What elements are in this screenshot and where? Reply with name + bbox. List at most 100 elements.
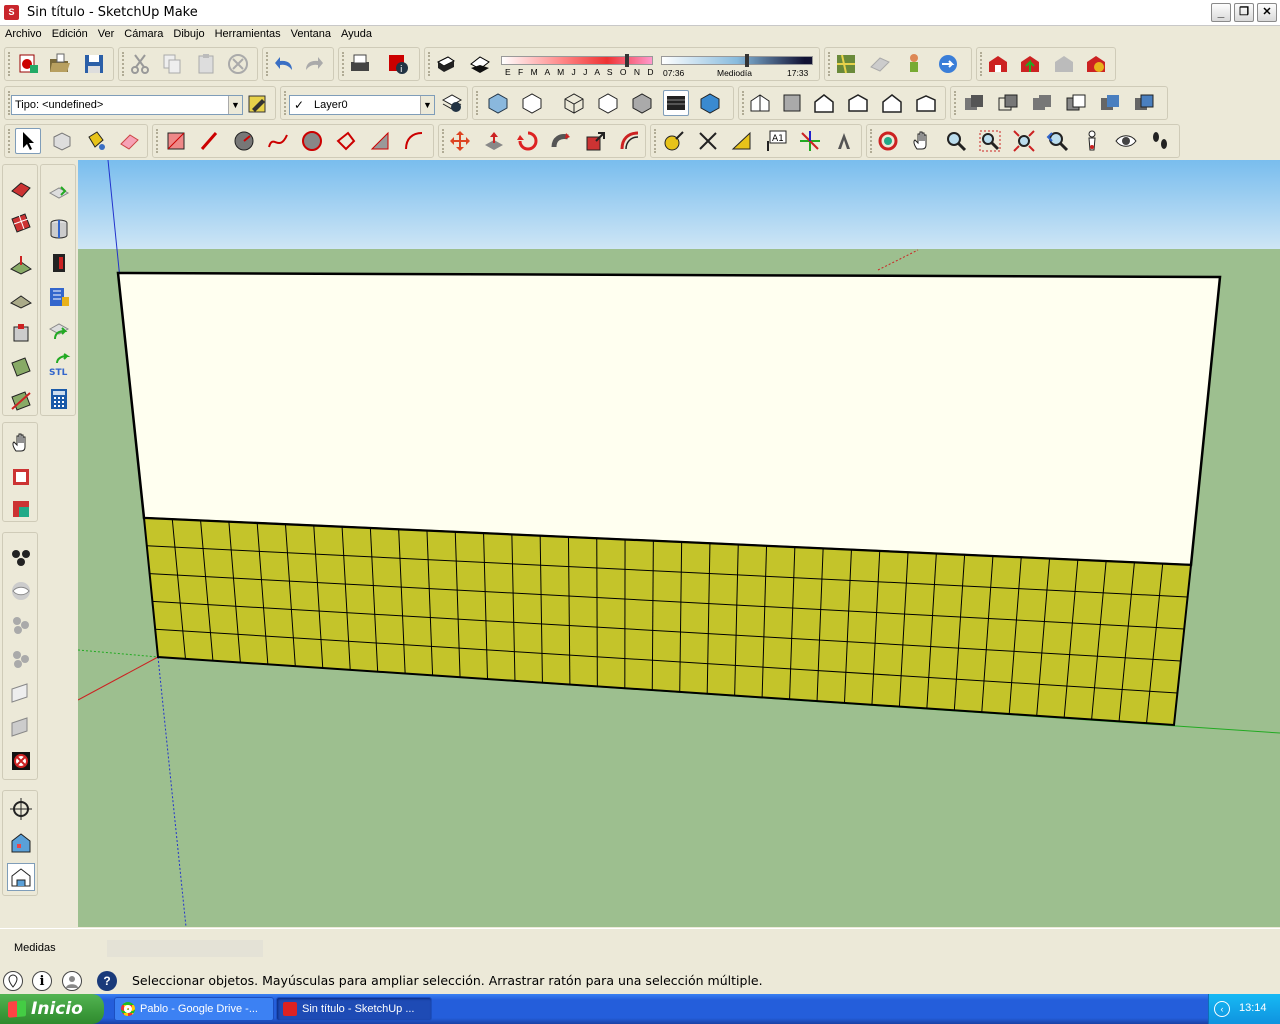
wall-face[interactable] [116,271,1222,567]
position-camera-icon[interactable] [1079,128,1105,154]
union-icon[interactable] [1029,90,1055,116]
component-attributes-icon[interactable] [7,495,35,523]
split-icon[interactable] [1131,90,1157,116]
undo-icon[interactable] [271,51,297,77]
shaded-icon[interactable] [629,90,655,116]
time-slider[interactable]: 07:36 Mediodía 17:33 [661,54,813,78]
move-icon[interactable] [447,128,473,154]
shadow-settings-icon[interactable] [433,51,459,77]
menu-herramientas[interactable]: Herramientas [210,26,286,40]
extension-warehouse-icon[interactable] [1083,51,1109,77]
previous-view-icon[interactable] [1045,128,1071,154]
door-icon[interactable] [45,249,73,277]
warehouse-icon[interactable] [985,51,1011,77]
style-builder-icon[interactable] [245,90,271,116]
section-plane-icon[interactable] [7,679,35,707]
import-icon[interactable] [45,181,73,209]
open-folder-icon[interactable] [47,51,73,77]
chevron-down-icon[interactable]: ▼ [420,96,434,114]
month-slider[interactable]: E F M A M J J A S O N D [501,54,654,78]
cylinder-icon[interactable] [45,215,73,243]
intersect-icon[interactable] [995,90,1021,116]
xray-icon[interactable] [485,90,511,116]
iso-view-icon[interactable] [747,90,773,116]
new-file-icon[interactable] [15,51,41,77]
back-edges-icon[interactable] [519,90,545,116]
house-view-icon[interactable] [7,829,35,857]
right-view-icon[interactable] [845,90,871,116]
drawing-viewport[interactable] [78,160,1280,927]
subtract-icon[interactable] [1063,90,1089,116]
menu-ventana[interactable]: Ventana [286,26,336,40]
measurements-input[interactable] [107,940,263,957]
menu-ver[interactable]: Ver [93,26,120,40]
pie-icon[interactable] [333,128,359,154]
redo-icon[interactable] [301,51,327,77]
pan-hand-icon[interactable] [909,128,935,154]
flip-edge-icon[interactable] [7,387,35,415]
smoove-icon[interactable] [7,251,35,279]
outer-shell-icon[interactable] [961,90,987,116]
sketchup-app-icon[interactable]: S [4,5,19,20]
select-arrow-icon[interactable] [15,128,41,154]
save-icon[interactable] [81,51,107,77]
share-component-icon[interactable] [1051,51,1077,77]
start-button[interactable]: Inicio [0,994,104,1024]
eraser-icon[interactable] [117,128,143,154]
scenes-icon[interactable] [7,645,35,673]
cut-icon[interactable] [127,51,153,77]
calculator-icon[interactable] [45,385,73,413]
paste-icon[interactable] [193,51,219,77]
monochrome-icon[interactable] [697,90,723,116]
circle-icon[interactable] [231,128,257,154]
wireframe-icon[interactable] [561,90,587,116]
paint-bucket-icon[interactable] [83,128,109,154]
tape-measure-icon[interactable] [661,128,687,154]
clock[interactable]: 13:14 [1239,1002,1267,1014]
help-question-icon[interactable]: ? [97,971,117,991]
arc-icon[interactable] [265,128,291,154]
menu-edicion[interactable]: Edición [47,26,93,40]
taskbar-item-chrome[interactable]: Pablo - Google Drive -... [114,997,274,1021]
crosshair-icon[interactable] [7,795,35,823]
toggle-terrain-icon[interactable] [867,51,893,77]
offset-icon[interactable] [617,128,643,154]
top-view-icon[interactable] [779,90,805,116]
menu-archivo[interactable]: Archivo [0,26,47,40]
protractor-icon[interactable] [729,128,755,154]
add-location-icon[interactable] [833,51,859,77]
minimize-button[interactable]: _ [1211,3,1231,22]
stl-export-icon[interactable]: STL [45,351,73,379]
chevron-down-icon[interactable]: ▼ [228,96,242,114]
scale-icon[interactable] [583,128,609,154]
building-icon[interactable] [45,283,73,311]
get-models-icon[interactable] [901,51,927,77]
rotate-icon[interactable] [515,128,541,154]
home-view-icon[interactable] [7,863,35,891]
drape-icon[interactable] [7,319,35,347]
layers-icon[interactable] [7,611,35,639]
front-view-icon[interactable] [811,90,837,116]
erase-icon[interactable] [225,51,251,77]
close-button[interactable]: ✕ [1257,3,1277,22]
axes-icon[interactable] [797,128,823,154]
display-shadows-icon[interactable] [467,51,493,77]
copy-icon[interactable] [159,51,185,77]
add-detail-icon[interactable] [7,353,35,381]
sandbox-contours-icon[interactable] [7,175,35,203]
eye-icon[interactable] [7,577,35,605]
print-icon[interactable] [347,51,373,77]
push-pull-icon[interactable] [481,128,507,154]
layer-select[interactable]: ✓ Layer0 ▼ [289,95,435,115]
model-info-icon[interactable]: i [385,51,411,77]
zoom-icon[interactable] [943,128,969,154]
maximize-button[interactable]: ❐ [1234,3,1254,22]
walk-footprints-icon[interactable] [1147,128,1173,154]
glasses-icon[interactable] [7,543,35,571]
upload-model-icon[interactable] [1017,51,1043,77]
polygon-icon[interactable] [299,128,325,154]
follow-me-icon[interactable] [549,128,575,154]
style-select[interactable]: Tipo: <undefined> ▼ [11,95,243,115]
layer-manager-icon[interactable] [439,90,465,116]
user-account-icon[interactable] [62,971,82,991]
